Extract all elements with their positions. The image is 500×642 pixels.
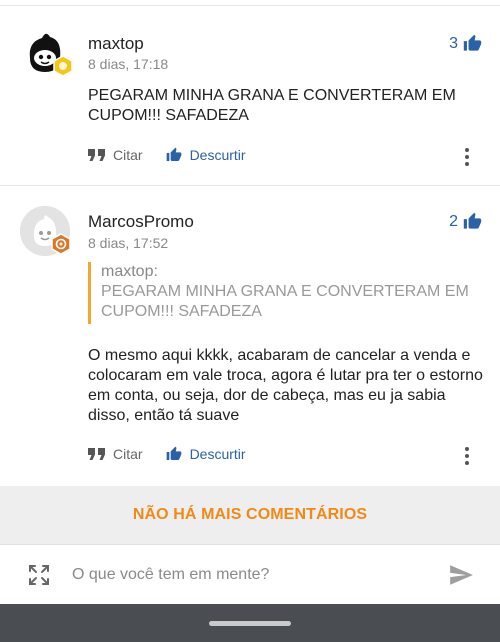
kebab-menu-icon[interactable] [464, 447, 470, 465]
dislike-label: Descurtir [189, 147, 246, 163]
like-count: 2 [449, 212, 458, 230]
quote-icon [88, 149, 105, 161]
cite-label: Citar [113, 446, 143, 462]
quote-author: maxtop: [101, 263, 158, 280]
comment-input[interactable] [72, 563, 422, 587]
like-button[interactable]: 3 [449, 34, 482, 53]
comment-actions: Citar Descurtir [88, 446, 268, 462]
like-button[interactable]: 2 [449, 212, 482, 231]
no-more-comments-label: NÃO HÁ MAIS COMENTÁRIOS [132, 506, 368, 523]
comment-body: PEGARAM MINHA GRANA E CONVERTERAM EM CUP… [88, 87, 456, 124]
system-navigation-bar [0, 604, 500, 642]
comment-item: maxtop 8 dias, 17:18 3 PEGARAM MINHA GRA… [0, 0, 500, 185]
thumbs-up-icon [166, 147, 181, 161]
comment-item: MarcosPromo 8 dias, 17:52 2 maxtop: PEGA… [0, 186, 500, 486]
level-badge-icon [50, 233, 72, 255]
comment-username[interactable]: maxtop [88, 34, 144, 54]
comment-date: 8 dias, 17:52 [88, 235, 169, 251]
comment-composer [0, 544, 500, 604]
thumbs-up-icon [463, 212, 482, 229]
comment-date: 8 dias, 17:18 [88, 56, 169, 72]
cite-button[interactable]: Citar [88, 147, 143, 163]
cite-button[interactable]: Citar [88, 446, 143, 462]
quote-text: PEGARAM MINHA GRANA E CONVERTERAM EM CUP… [101, 283, 469, 320]
no-more-comments-banner: NÃO HÁ MAIS COMENTÁRIOS [0, 486, 500, 544]
dislike-button[interactable]: Descurtir [165, 147, 246, 163]
send-icon[interactable] [447, 562, 475, 588]
home-gesture-handle[interactable] [209, 621, 291, 626]
cite-label: Citar [113, 147, 143, 163]
dislike-button[interactable]: Descurtir [165, 446, 246, 462]
thumbs-up-icon [166, 446, 181, 460]
level-badge-icon [52, 55, 74, 77]
dislike-label: Descurtir [189, 446, 246, 462]
comment-body: O mesmo aqui kkkk, acabaram de cancelar … [88, 347, 483, 424]
like-count: 3 [449, 34, 458, 52]
kebab-menu-icon[interactable] [464, 148, 470, 166]
quoted-comment: maxtop: PEGARAM MINHA GRANA E CONVERTERA… [88, 262, 483, 324]
comment-username[interactable]: MarcosPromo [88, 212, 194, 232]
comment-actions: Citar Descurtir [88, 147, 268, 163]
expand-icon[interactable] [27, 563, 51, 587]
thumbs-up-icon [463, 34, 482, 51]
quote-icon [88, 448, 105, 460]
